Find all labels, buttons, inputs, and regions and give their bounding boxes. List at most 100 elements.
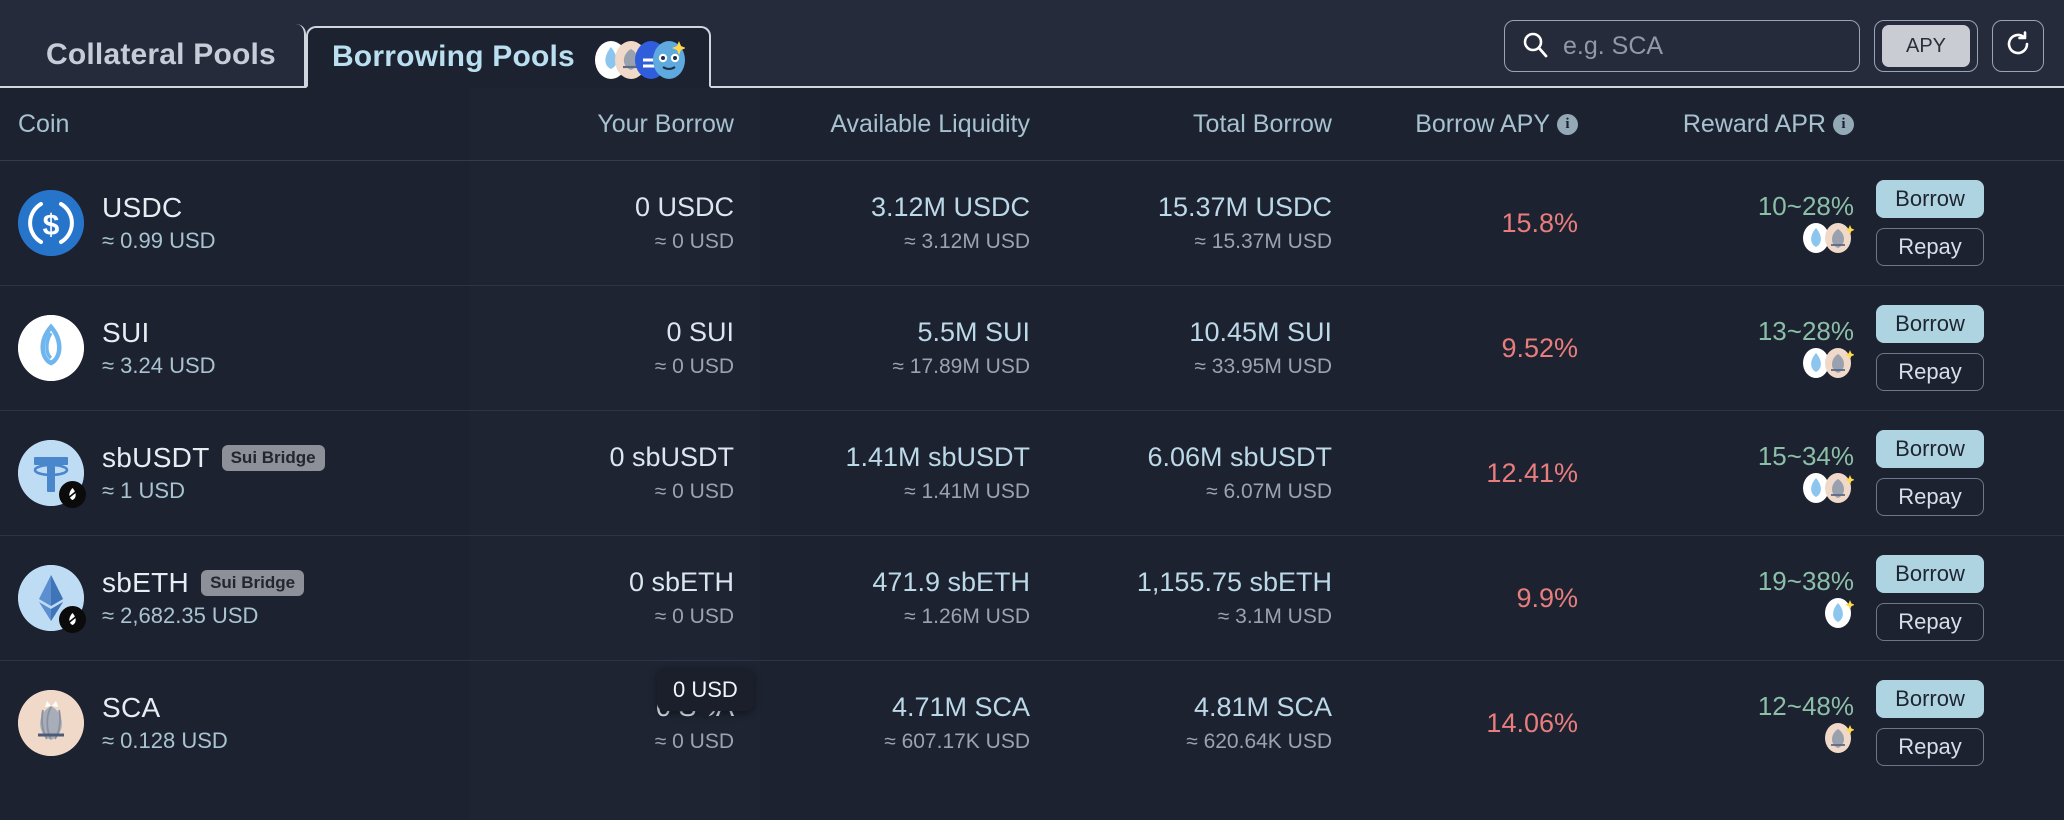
- sca-token-icon: [1822, 472, 1854, 509]
- header-total-borrow-label: Total Borrow: [1193, 110, 1332, 138]
- coin-name: USDC: [102, 192, 183, 224]
- total-borrow-usd: ≈ 15.37M USD: [1050, 230, 1332, 254]
- total-borrow-amount: 4.81M SCA: [1050, 692, 1332, 723]
- reward-apr-value: 12~48%: [1610, 691, 1854, 722]
- header-reward-apr-label: Reward APR: [1683, 110, 1826, 139]
- eth-icon: [18, 565, 84, 631]
- reward-apr-cell: 10~28%: [1610, 191, 1870, 256]
- borrow-apy-cell: 12.41%: [1350, 458, 1610, 489]
- repay-button[interactable]: Repay: [1876, 228, 1984, 266]
- total-borrow-amount: 1,155.75 sbETH: [1050, 567, 1332, 598]
- available-liquidity-cell: 471.9 sbETH ≈ 1.26M USD: [760, 567, 1050, 629]
- available-liquidity-usd: ≈ 1.26M USD: [760, 605, 1030, 629]
- your-borrow-amount: 0 USDC: [470, 192, 734, 223]
- coin-name: sbUSDT: [102, 442, 210, 474]
- available-liquidity-usd: ≈ 1.41M USD: [760, 480, 1030, 504]
- row-actions: Borrow Repay: [1870, 430, 2064, 516]
- refresh-icon: [2003, 29, 2033, 64]
- header-your-borrow-label: Your Borrow: [597, 110, 734, 138]
- sca-icon: [18, 690, 84, 756]
- info-icon-reward-apr[interactable]: i: [1833, 114, 1854, 135]
- total-borrow-usd: ≈ 33.95M USD: [1050, 355, 1332, 379]
- svg-text:$: $: [43, 209, 60, 242]
- reward-apr-value: 10~28%: [1610, 191, 1854, 222]
- table-row[interactable]: SUI ≈ 3.24 USD 0 SUI ≈ 0 USD 5.5M SUI ≈ …: [0, 285, 2064, 410]
- table-row[interactable]: SCA ≈ 0.128 USD 0 SCA ≈ 0 USD 4.71M SCA …: [0, 660, 2064, 785]
- borrow-apy-cell: 14.06%: [1350, 708, 1610, 739]
- available-liquidity-cell: 1.41M sbUSDT ≈ 1.41M USD: [760, 442, 1050, 504]
- total-borrow-cell: 6.06M sbUSDT ≈ 6.07M USD: [1050, 442, 1350, 504]
- apy-toggle-button[interactable]: APY: [1882, 25, 1970, 67]
- sui-token-icon: [1822, 597, 1854, 634]
- your-borrow-usd: ≈ 0 USD: [470, 730, 734, 754]
- coin-price: ≈ 0.128 USD: [102, 728, 228, 754]
- total-borrow-cell: 4.81M SCA ≈ 620.64K USD: [1050, 692, 1350, 754]
- top-bar: Collateral Pools Borrowing Pools: [0, 0, 2064, 88]
- header-available-liquidity-label: Available Liquidity: [830, 110, 1030, 138]
- repay-button[interactable]: Repay: [1876, 603, 1984, 641]
- borrow-button[interactable]: Borrow: [1876, 555, 1984, 593]
- tooltip-text: 0 USD: [673, 677, 738, 702]
- borrow-button[interactable]: Borrow: [1876, 680, 1984, 718]
- coin-name: SCA: [102, 692, 160, 724]
- status-badge: Sui Bridge: [222, 445, 325, 471]
- row-actions: Borrow Repay: [1870, 555, 2064, 641]
- search-input[interactable]: [1561, 31, 1843, 62]
- borrow-apy-value: 12.41%: [1350, 458, 1578, 489]
- tooltip: 0 USD: [657, 669, 754, 711]
- row-actions: Borrow Repay: [1870, 305, 2064, 391]
- sca-token-icon: [1822, 722, 1854, 759]
- tab-borrowing-pools[interactable]: Borrowing Pools: [306, 26, 711, 88]
- reward-apr-cell: 19~38%: [1610, 566, 1870, 631]
- reward-token-icons: [1610, 601, 1854, 631]
- coin-cell: sbETH Sui Bridge ≈ 2,682.35 USD: [0, 565, 470, 631]
- table-row[interactable]: sbETH Sui Bridge ≈ 2,682.35 USD 0 sbETH …: [0, 535, 2064, 660]
- pool-token-cluster-icon: [589, 36, 685, 80]
- header-cell-coin: Coin: [0, 110, 470, 139]
- reward-token-icons: [1610, 726, 1854, 756]
- borrow-apy-cell: 15.8%: [1350, 208, 1610, 239]
- reward-apr-value: 15~34%: [1610, 441, 1854, 472]
- sca-token-icon: [1822, 347, 1854, 384]
- sui-bridge-badge-icon: [59, 481, 86, 508]
- coin-name: SUI: [102, 317, 150, 349]
- your-borrow-cell: 0 sbUSDT ≈ 0 USD: [470, 442, 760, 504]
- available-liquidity-cell: 3.12M USDC ≈ 3.12M USD: [760, 192, 1050, 254]
- borrow-apy-cell: 9.52%: [1350, 333, 1610, 364]
- search-icon: [1521, 30, 1549, 63]
- repay-button[interactable]: Repay: [1876, 478, 1984, 516]
- total-borrow-usd: ≈ 6.07M USD: [1050, 480, 1332, 504]
- coin-price: ≈ 1 USD: [102, 478, 325, 504]
- table-row[interactable]: sbUSDT Sui Bridge ≈ 1 USD 0 sbUSDT ≈ 0 U…: [0, 410, 2064, 535]
- total-borrow-cell: 15.37M USDC ≈ 15.37M USD: [1050, 192, 1350, 254]
- borrow-button[interactable]: Borrow: [1876, 180, 1984, 218]
- available-liquidity-cell: 4.71M SCA ≈ 607.17K USD: [760, 692, 1050, 754]
- borrow-button[interactable]: Borrow: [1876, 430, 1984, 468]
- coin-cell: $ USDC ≈ 0.99 USD: [0, 190, 470, 256]
- refresh-button[interactable]: [1992, 20, 2044, 72]
- borrow-apy-value: 14.06%: [1350, 708, 1578, 739]
- tab-borrowing-pools-label: Borrowing Pools: [332, 40, 575, 74]
- tab-collateral-pools-label: Collateral Pools: [46, 38, 276, 72]
- your-borrow-amount: 0 sbETH: [470, 567, 734, 598]
- repay-button[interactable]: Repay: [1876, 728, 1984, 766]
- search-box[interactable]: [1504, 20, 1860, 72]
- tab-collateral-pools[interactable]: Collateral Pools: [18, 24, 306, 86]
- info-icon-borrow-apy[interactable]: i: [1557, 114, 1578, 135]
- your-borrow-usd: ≈ 0 USD: [470, 480, 734, 504]
- total-borrow-usd: ≈ 3.1M USD: [1050, 605, 1332, 629]
- coin-cell: SUI ≈ 3.24 USD: [0, 315, 470, 381]
- row-actions: Borrow Repay: [1870, 680, 2064, 766]
- reward-apr-cell: 15~34%: [1610, 441, 1870, 506]
- header-cell-your-borrow: Your Borrow: [470, 110, 760, 139]
- your-borrow-amount: 0 SUI: [470, 317, 734, 348]
- reward-token-icons: [1610, 476, 1854, 506]
- borrow-button[interactable]: Borrow: [1876, 305, 1984, 343]
- coin-name: sbETH: [102, 567, 189, 599]
- borrow-apy-value: 9.52%: [1350, 333, 1578, 364]
- header-cell-reward-apr: Reward APR i: [1610, 110, 1870, 139]
- table-row[interactable]: $ USDC ≈ 0.99 USD 0 USDC ≈ 0 USD 3.12M U…: [0, 160, 2064, 285]
- usdt-icon: [18, 440, 84, 506]
- reward-apr-value: 13~28%: [1610, 316, 1854, 347]
- repay-button[interactable]: Repay: [1876, 353, 1984, 391]
